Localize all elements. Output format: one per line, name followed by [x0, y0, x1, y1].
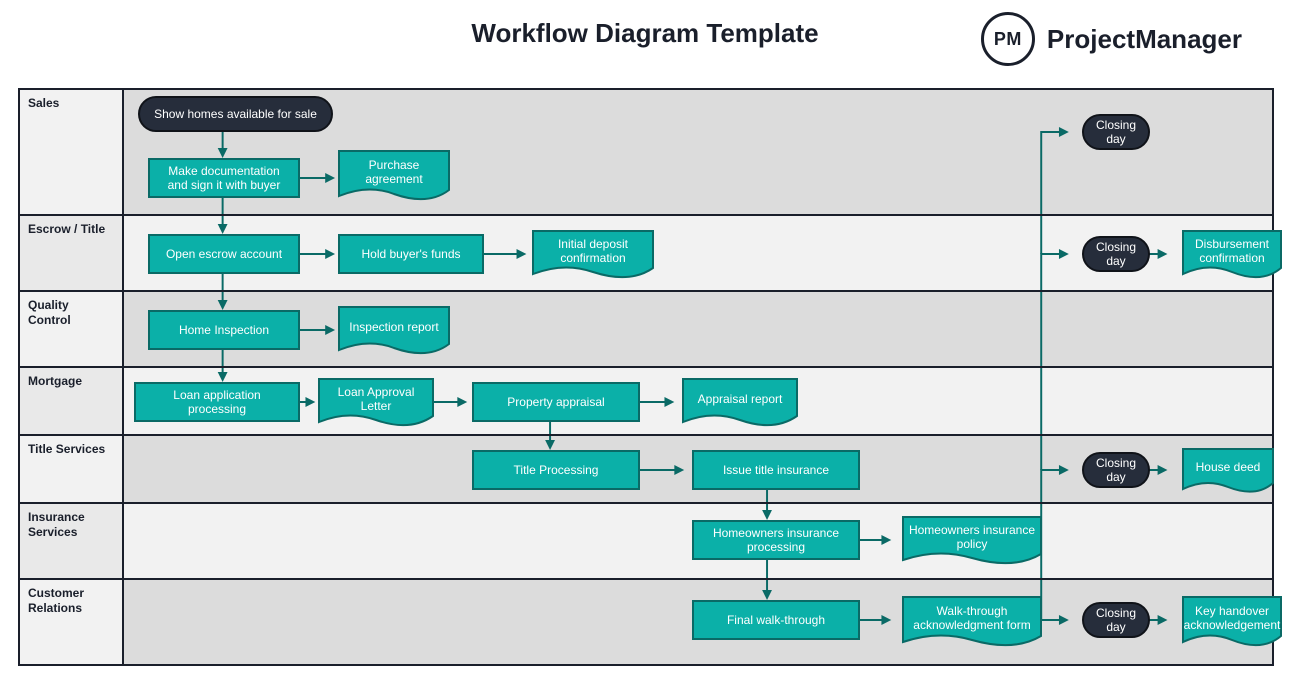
- lane-label-escrow: Escrow / Title: [20, 216, 124, 290]
- process-open-escrow: Open escrow account: [148, 234, 300, 274]
- document-label: Loan Approval Letter: [318, 378, 434, 420]
- process-property-appraisal: Property appraisal: [472, 382, 640, 422]
- lane-body-qc: Home Inspection Inspection report: [124, 292, 1272, 366]
- process-title-processing: Title Processing: [472, 450, 640, 490]
- document-label: House deed: [1182, 448, 1274, 486]
- brand-logo-icon: PM: [981, 12, 1035, 66]
- document-label: Homeowners insurance policy: [902, 516, 1042, 558]
- document-key-handover: Key handover acknowledgement: [1182, 596, 1282, 648]
- document-disbursement: Disbursement confirmation: [1182, 230, 1282, 280]
- document-walkthrough-ack: Walk-through acknowledgment form: [902, 596, 1042, 648]
- swimlane-diagram: Sales Show homes available for sale Make…: [18, 88, 1274, 666]
- lane-mortgage: Mortgage Loan application processing Loa…: [20, 368, 1272, 436]
- lane-escrow: Escrow / Title Open escrow account Hold …: [20, 216, 1272, 292]
- process-home-inspection: Home Inspection: [148, 310, 300, 350]
- document-loan-approval: Loan Approval Letter: [318, 378, 434, 428]
- terminator-closing-sales: Closing day: [1082, 114, 1150, 150]
- document-label: Purchase agreement: [338, 150, 450, 194]
- lane-label-sales: Sales: [20, 90, 124, 214]
- brand-name: ProjectManager: [1047, 24, 1242, 55]
- terminator-closing-title: Closing day: [1082, 452, 1150, 488]
- process-final-walkthrough: Final walk-through: [692, 600, 860, 640]
- terminator-closing-cr: Closing day: [1082, 602, 1150, 638]
- lane-sales: Sales Show homes available for sale Make…: [20, 90, 1272, 216]
- document-house-deed: House deed: [1182, 448, 1274, 494]
- terminator-closing-escrow: Closing day: [1082, 236, 1150, 272]
- lane-label-title: Title Services: [20, 436, 124, 502]
- document-label: Key handover acknowledgement: [1182, 596, 1282, 640]
- process-loan-application: Loan application processing: [134, 382, 300, 422]
- lane-title: Title Services Title Processing Issue ti…: [20, 436, 1272, 504]
- document-label: Inspection report: [338, 306, 450, 348]
- process-issue-title-insurance: Issue title insurance: [692, 450, 860, 490]
- document-label: Appraisal report: [682, 378, 798, 420]
- document-label: Disbursement confirmation: [1182, 230, 1282, 272]
- lane-label-cr: Customer Relations: [20, 580, 124, 664]
- lane-body-insurance: Homeowners insurance processing Homeowne…: [124, 504, 1272, 578]
- document-label: Walk-through acknowledgment form: [902, 596, 1042, 640]
- document-purchase-agreement: Purchase agreement: [338, 150, 450, 202]
- process-hold-funds: Hold buyer's funds: [338, 234, 484, 274]
- process-make-documentation: Make documentation and sign it with buye…: [148, 158, 300, 198]
- lane-body-escrow: Open escrow account Hold buyer's funds I…: [124, 216, 1272, 290]
- document-inspection-report: Inspection report: [338, 306, 450, 356]
- terminator-start: Show homes available for sale: [138, 96, 333, 132]
- lane-body-cr: Final walk-through Walk-through acknowle…: [124, 580, 1272, 664]
- process-homeowners-insurance: Homeowners insurance processing: [692, 520, 860, 560]
- document-homeowners-policy: Homeowners insurance policy: [902, 516, 1042, 566]
- lane-qc: Quality Control Home Inspection Inspecti…: [20, 292, 1272, 368]
- lane-label-qc: Quality Control: [20, 292, 124, 366]
- page: Workflow Diagram Template PM ProjectMana…: [0, 0, 1290, 688]
- document-label: Initial deposit confirmation: [532, 230, 654, 272]
- brand: PM ProjectManager: [981, 12, 1242, 66]
- document-appraisal-report: Appraisal report: [682, 378, 798, 428]
- lane-label-insurance: Insurance Services: [20, 504, 124, 578]
- lane-body-title: Title Processing Issue title insurance C…: [124, 436, 1272, 502]
- lane-customer-relations: Customer Relations Final walk-through Wa…: [20, 580, 1272, 664]
- lane-body-mortgage: Loan application processing Loan Approva…: [124, 368, 1272, 434]
- document-initial-deposit: Initial deposit confirmation: [532, 230, 654, 280]
- lane-insurance: Insurance Services Homeowners insurance …: [20, 504, 1272, 580]
- lane-label-mortgage: Mortgage: [20, 368, 124, 434]
- lane-body-sales: Show homes available for sale Make docum…: [124, 90, 1272, 214]
